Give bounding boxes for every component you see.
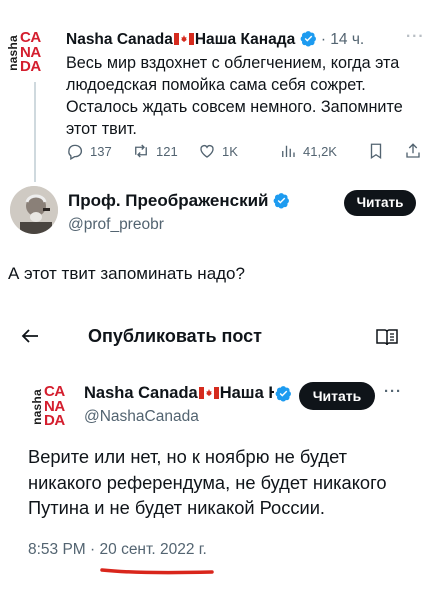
quoted-tweet-text: Весь мир вздохнет с облегчением, когда э… xyxy=(66,54,403,138)
nasha-canada-logo[interactable]: nasha CA NA DA xyxy=(6,30,54,76)
thread-line xyxy=(34,82,36,182)
bookmark-button[interactable] xyxy=(367,142,385,160)
profile-photo xyxy=(10,186,58,234)
more-options-icon[interactable]: ··· xyxy=(406,28,425,46)
reply-text: А этот твит запоминать надо? xyxy=(8,264,245,283)
bookmark-icon xyxy=(370,143,382,160)
page-title: Опубликовать пост xyxy=(88,326,262,346)
retweet-icon xyxy=(135,144,147,158)
verified-badge-icon xyxy=(300,31,316,47)
tweet-text: Верите или нет, но к ноябрю не будет ник… xyxy=(28,446,387,518)
canada-flag-icon xyxy=(173,33,194,45)
nasha-canada-logo[interactable]: nasha CA NA DA xyxy=(30,384,78,430)
more-options-icon[interactable]: ··· xyxy=(384,383,402,400)
follow-button[interactable]: Читать xyxy=(299,382,375,410)
tweet-actions: 137 121 1K 41,2K xyxy=(66,142,422,166)
verified-badge-icon xyxy=(275,386,291,402)
reply-button[interactable]: 137 xyxy=(66,142,112,160)
reply-author-handle[interactable]: @prof_preobr xyxy=(68,216,164,234)
share-button[interactable] xyxy=(404,142,422,160)
reply-author-name[interactable]: Проф. Преображенский xyxy=(68,191,290,211)
reader-mode-icon[interactable] xyxy=(376,329,398,346)
back-arrow-icon[interactable] xyxy=(20,326,40,346)
red-underline-annotation xyxy=(100,568,214,575)
canada-flag-icon xyxy=(198,387,219,399)
tweet-timestamp[interactable]: 8:53 PM · 20 сент. 2022 г. xyxy=(28,541,207,559)
author-name[interactable]: Nasha Canada xyxy=(66,31,173,48)
author-handle[interactable]: @NashaCanada xyxy=(84,408,199,426)
share-icon xyxy=(406,143,420,158)
tweet-time[interactable]: · 14 ч. xyxy=(321,31,364,48)
quoted-tweet-header: Nasha Canada Наша Канада · 14 ч. ··· xyxy=(66,28,426,49)
retweet-button[interactable]: 121 xyxy=(132,142,178,160)
reply-icon xyxy=(68,144,83,160)
author-name[interactable]: Nasha CanadaНаша Н xyxy=(84,384,274,403)
heart-icon xyxy=(200,145,214,158)
avatar[interactable] xyxy=(10,186,58,234)
views-button[interactable]: 41,2K xyxy=(279,142,337,160)
author-name-ru[interactable]: Наша Канада xyxy=(195,31,295,48)
verified-badge-icon xyxy=(273,193,290,209)
views-bar-chart-icon xyxy=(282,145,295,157)
like-button[interactable]: 1K xyxy=(198,142,238,160)
follow-button[interactable]: Читать xyxy=(344,190,416,216)
